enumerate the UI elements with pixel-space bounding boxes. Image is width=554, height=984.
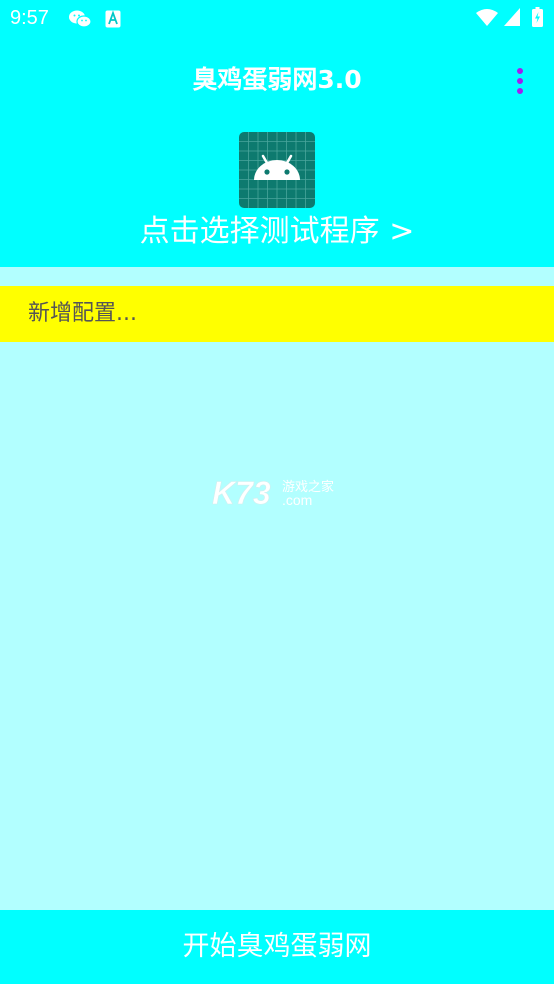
watermark-domain: .com bbox=[282, 492, 312, 508]
status-time: 9:57 bbox=[10, 7, 49, 29]
android-icon[interactable] bbox=[239, 132, 315, 208]
wechat-icon bbox=[69, 10, 92, 28]
battery-icon bbox=[532, 7, 543, 27]
wifi-icon bbox=[476, 9, 498, 26]
app-title: 臭鸡蛋弱网3.0 bbox=[192, 65, 362, 94]
k73-watermark-logo: K73 游戏之家 .com bbox=[212, 475, 334, 512]
start-button[interactable]: 开始臭鸡蛋弱网 bbox=[0, 910, 554, 984]
a-icon bbox=[105, 10, 121, 28]
status-bar: 9:57 bbox=[0, 0, 554, 38]
watermark-brand: K73 bbox=[212, 475, 271, 511]
start-button-label: 开始臭鸡蛋弱网 bbox=[182, 931, 372, 962]
select-program-link[interactable]: 点击选择测试程序 > bbox=[0, 210, 554, 254]
add-config-item[interactable]: 新增配置... bbox=[0, 286, 554, 342]
header: 9:57 臭鸡蛋弱网3.0 点击选择测试程序 > bbox=[0, 0, 554, 267]
add-config-label: 新增配置... bbox=[28, 301, 137, 326]
signal-icon bbox=[504, 8, 520, 26]
overflow-menu-icon[interactable] bbox=[508, 66, 532, 96]
